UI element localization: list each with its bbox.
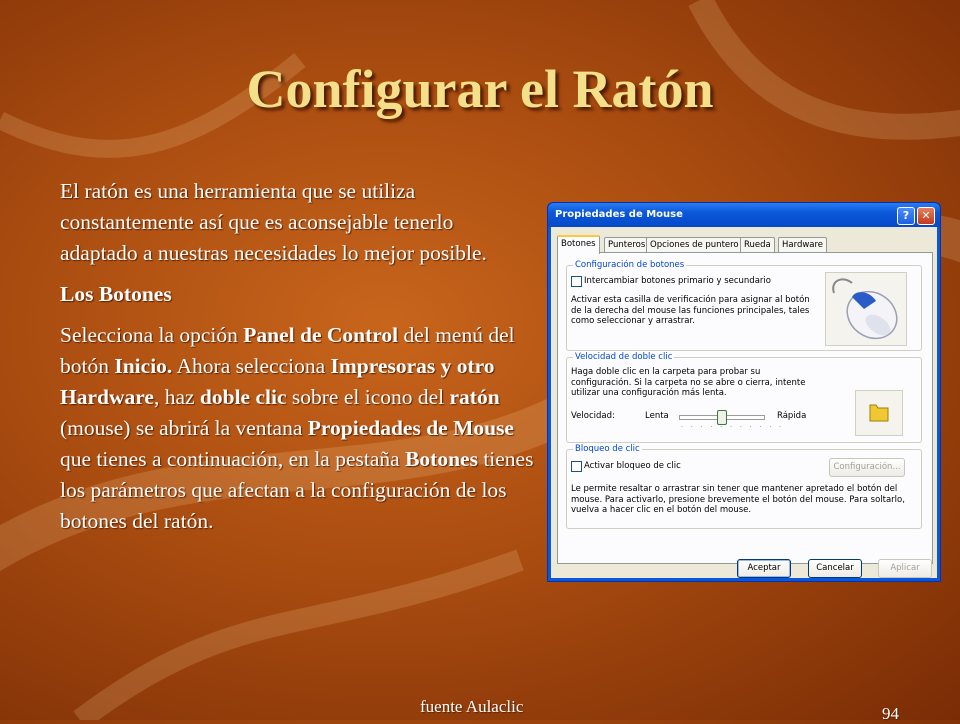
slide-body: El ratón es una herramienta que se utili… — [60, 176, 535, 547]
slide-title: Configurar el Ratón — [246, 59, 714, 119]
section-heading: Los Botones — [60, 282, 172, 306]
group-click-lock: Bloqueo de clic Activar bloqueo de clic … — [566, 444, 922, 529]
slider-ticks: · · · · · · · · · · · — [681, 424, 785, 431]
help-button[interactable]: ? — [897, 207, 915, 225]
swap-buttons-checkbox[interactable] — [571, 276, 582, 287]
tab-botones[interactable]: Botones — [557, 235, 600, 254]
speed-label: Velocidad: — [571, 411, 615, 421]
cancel-button[interactable]: Cancelar — [808, 559, 862, 578]
speed-fast-label: Rápida — [777, 411, 807, 421]
close-icon: ✕ — [921, 209, 931, 222]
page-number: 94 — [882, 704, 899, 723]
click-lock-label: Activar bloqueo de clic — [584, 461, 681, 471]
click-lock-settings-button[interactable]: Configuración... — [829, 458, 905, 477]
double-click-slider-thumb[interactable] — [717, 410, 727, 425]
mouse-image-box — [825, 272, 907, 346]
mouse-properties-window: Propiedades de Mouse ? ✕ Botones Puntero… — [547, 202, 941, 582]
apply-button[interactable]: Aplicar — [878, 559, 932, 578]
source-caption: fuente Aulaclic — [420, 697, 524, 716]
group-click-lock-legend: Bloqueo de clic — [573, 444, 642, 454]
tab-punteros[interactable]: Punteros — [604, 237, 650, 252]
help-icon: ? — [902, 209, 910, 222]
double-click-description: Haga doble clic en la carpeta para proba… — [571, 367, 806, 398]
group-button-config: Configuración de botones Intercambiar bo… — [566, 260, 922, 351]
window-client-area: Botones Punteros Opciones de puntero Rue… — [551, 227, 937, 578]
group-double-click-legend: Velocidad de doble clic — [573, 352, 675, 362]
swap-buttons-label: Intercambiar botones primario y secundar… — [584, 276, 771, 286]
group-button-config-legend: Configuración de botones — [573, 260, 687, 270]
test-folder-box[interactable] — [855, 390, 903, 436]
mouse-icon — [832, 278, 898, 340]
close-button[interactable]: ✕ — [917, 207, 935, 225]
group-double-click-speed: Velocidad de doble clic Haga doble clic … — [566, 352, 922, 443]
window-title: Propiedades de Mouse — [555, 209, 683, 220]
tab-rueda[interactable]: Rueda — [740, 237, 775, 252]
click-lock-checkbox[interactable] — [571, 461, 582, 472]
ok-button[interactable]: Aceptar — [737, 559, 791, 578]
tab-opciones-puntero[interactable]: Opciones de puntero — [646, 237, 743, 252]
folder-icon — [869, 404, 889, 422]
swap-buttons-description: Activar esta casilla de verificación par… — [571, 295, 810, 326]
tab-panel-botones: Configuración de botones Intercambiar bo… — [557, 252, 933, 564]
click-lock-description: Le permite resaltar o arrastrar sin tene… — [571, 484, 905, 515]
tab-hardware[interactable]: Hardware — [778, 237, 828, 252]
intro-paragraph: El ratón es una herramienta que se utili… — [60, 179, 487, 265]
instructions-paragraph: Selecciona la opción Panel de Control de… — [60, 323, 534, 533]
window-titlebar[interactable]: Propiedades de Mouse ? ✕ — [548, 203, 940, 227]
speed-slow-label: Lenta — [645, 411, 669, 421]
